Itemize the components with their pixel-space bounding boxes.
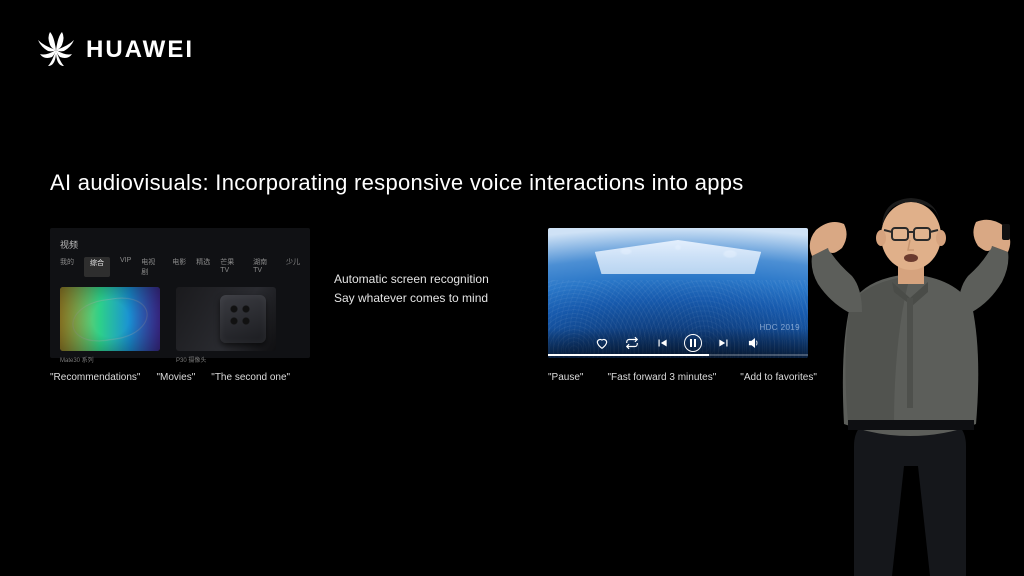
tv-tab: VIP — [120, 257, 131, 277]
tile-caption: Mate30 系列 — [60, 355, 160, 364]
voice-command: "The second one" — [211, 372, 290, 383]
presenter-figure — [764, 106, 1024, 576]
loop-icon — [624, 335, 640, 351]
tv-tab: 芒果TV — [220, 257, 243, 277]
slide-content: AI audiovisuals: Incorporating responsiv… — [50, 170, 830, 383]
tv-tile-phone-gradient — [60, 287, 160, 351]
tv-tab: 少儿 — [286, 257, 300, 277]
previous-track-icon — [654, 335, 670, 351]
tv-tab: 精选 — [196, 257, 210, 277]
voice-command: "Recommendations" — [50, 372, 140, 383]
huawei-logo: HUAWEI — [36, 30, 194, 70]
tv-screen: 视频 我的 综合 VIP 电视剧 电影 精选 芒果TV 湖南TV 少儿 — [50, 228, 310, 358]
next-track-icon — [716, 335, 732, 351]
tv-tab: 湖南TV — [253, 257, 276, 277]
pause-icon — [684, 334, 702, 352]
tv-tab: 我的 — [60, 257, 74, 277]
voice-command: "Fast forward 3 minutes" — [607, 372, 716, 383]
mid-line: Automatic screen recognition — [334, 270, 524, 289]
tv-section-header: 视频 — [60, 238, 300, 251]
middle-description: Automatic screen recognition Say whateve… — [334, 228, 524, 308]
tv-ui-example: 视频 我的 综合 VIP 电视剧 电影 精选 芒果TV 湖南TV 少儿 — [50, 228, 310, 383]
tv-tabs: 我的 综合 VIP 电视剧 电影 精选 芒果TV 湖南TV 少儿 — [60, 257, 300, 277]
voice-command: "Movies" — [156, 372, 195, 383]
favorite-icon — [594, 335, 610, 351]
tile-caption: P30 摄像头 — [176, 355, 276, 364]
tv-tab: 综合 — [84, 257, 110, 277]
huawei-petal-icon — [36, 30, 76, 70]
tv-tile-camera-module — [176, 287, 276, 351]
mid-line: Say whatever comes to mind — [334, 289, 524, 308]
presentation-frame: HUAWEI AI audiovisuals: Incorporating re… — [0, 0, 1024, 576]
huawei-wordmark: HUAWEI — [86, 36, 194, 64]
voice-command: "Pause" — [548, 372, 583, 383]
tv-tab: 电影 — [172, 257, 186, 277]
slide-title: AI audiovisuals: Incorporating responsiv… — [50, 170, 830, 196]
tv-tab: 电视剧 — [141, 257, 162, 277]
voice-command-captions: "Recommendations" "Movies" "The second o… — [50, 372, 310, 383]
